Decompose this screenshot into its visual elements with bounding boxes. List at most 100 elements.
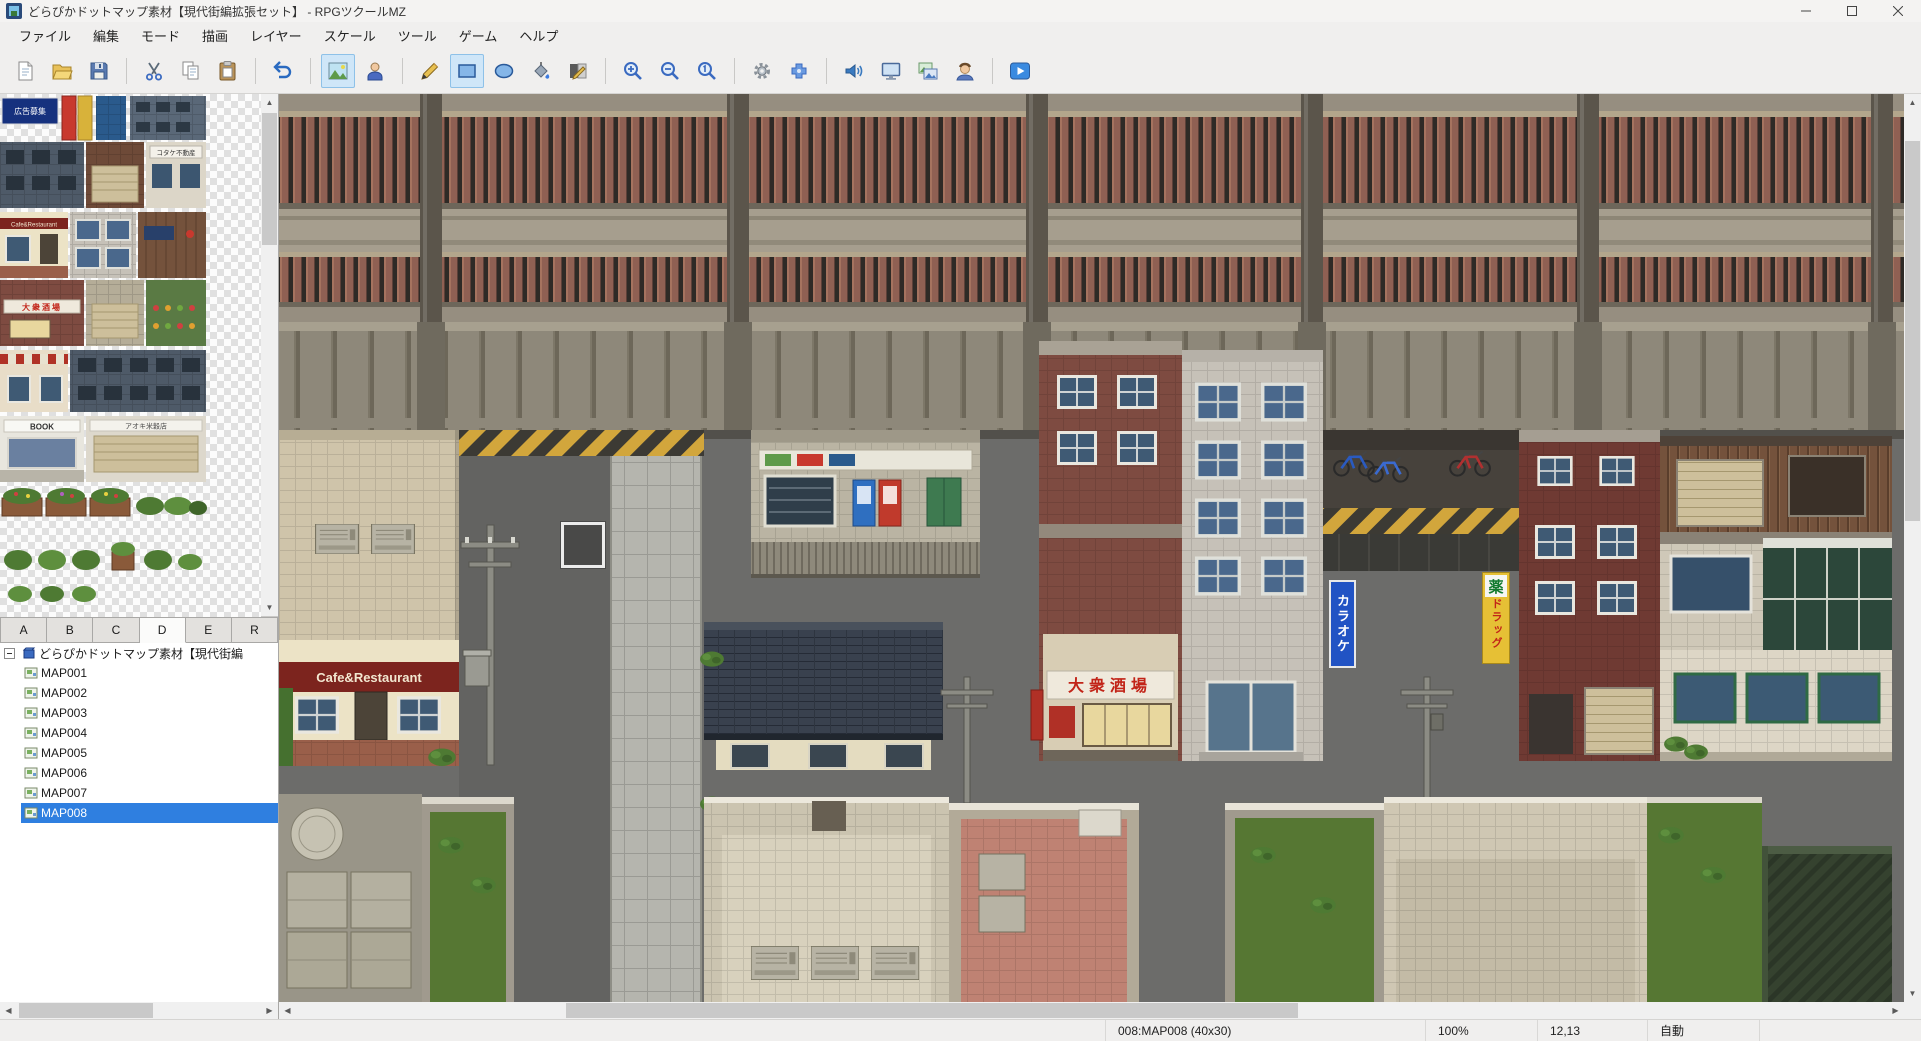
compound-green-right[interactable] <box>1647 797 1762 1002</box>
palette-row-buildings-3[interactable]: 大衆酒場 <box>0 280 206 346</box>
scroll-left-arrow-icon[interactable]: ◀ <box>0 1002 17 1019</box>
tree-item-map006[interactable]: MAP006 <box>0 763 278 783</box>
tree-item-map003[interactable]: MAP003 <box>0 703 278 723</box>
rectangle-tool-button[interactable] <box>450 54 484 88</box>
open-project-button[interactable] <box>45 54 79 88</box>
under-viaduct-bike-area[interactable] <box>1323 430 1519 571</box>
tree-item-map001[interactable]: MAP001 <box>0 663 278 683</box>
map-mode-button[interactable] <box>321 54 355 88</box>
tree-item-map005[interactable]: MAP005 <box>0 743 278 763</box>
palette-row-shops[interactable]: BOOK アオキ米穀店 <box>0 416 206 482</box>
resource-manager-button[interactable] <box>911 54 945 88</box>
building-dark-green[interactable] <box>1762 846 1892 1002</box>
save-project-button[interactable] <box>82 54 116 88</box>
paste-button[interactable] <box>211 54 245 88</box>
compound-utility[interactable] <box>279 794 422 1002</box>
compound-green-center[interactable] <box>1225 803 1384 1002</box>
event-mode-button[interactable] <box>358 54 392 88</box>
palette-scroll-thumb[interactable] <box>262 113 277 245</box>
tree-root[interactable]: どらぴかドットマップ素材【現代街編 <box>0 643 278 663</box>
map-vertical-scrollbar[interactable]: ▲ ▼ <box>1904 94 1921 1019</box>
tab-a[interactable]: A <box>0 617 47 643</box>
building-tiled-roof[interactable] <box>704 622 943 770</box>
tileset-palette-canvas[interactable]: 広告募集 <box>0 94 261 617</box>
menu-item-file[interactable]: ファイル <box>8 22 82 49</box>
scroll-up-arrow-icon[interactable]: ▲ <box>1904 94 1921 111</box>
building-cafe-block[interactable]: Cafe&Restaurant <box>279 430 459 766</box>
pencil-tool-button[interactable] <box>413 54 447 88</box>
palette-row-buildings-1[interactable]: コタケ不動産 <box>0 142 206 208</box>
scroll-left-arrow-icon[interactable]: ◀ <box>279 1002 296 1019</box>
map-vscroll-track[interactable] <box>1904 111 1921 985</box>
compound-pink[interactable] <box>949 803 1139 1002</box>
menu-item-game[interactable]: ゲーム <box>448 22 509 49</box>
tree-item-map007[interactable]: MAP007 <box>0 783 278 803</box>
palette-row-buildings-2[interactable]: Cafe&Restaurant <box>0 212 206 278</box>
play-test-button[interactable] <box>1003 54 1037 88</box>
menu-item-draw[interactable]: 描画 <box>191 22 239 49</box>
scroll-down-arrow-icon[interactable]: ▼ <box>261 599 278 616</box>
map-canvas[interactable]: Cafe&Restaurant <box>279 94 1904 1002</box>
titlebar-drag-area[interactable] <box>406 0 1783 22</box>
collapse-expander-icon[interactable] <box>4 648 15 659</box>
title-bar[interactable]: どらぴかドットマップ素材【現代街編拡張セット】 - RPGツクールMZ <box>0 0 1921 22</box>
maximize-button[interactable] <box>1829 0 1875 22</box>
scroll-right-arrow-icon[interactable]: ▶ <box>261 1002 278 1019</box>
tree-item-map002[interactable]: MAP002 <box>0 683 278 703</box>
tab-c[interactable]: C <box>93 617 139 643</box>
building-maroon2[interactable] <box>1519 430 1660 761</box>
cut-button[interactable] <box>137 54 171 88</box>
tile-cursor[interactable] <box>561 522 605 568</box>
tree-item-map004[interactable]: MAP004 <box>0 723 278 743</box>
tab-e[interactable]: E <box>186 617 232 643</box>
building-office[interactable] <box>1182 350 1323 761</box>
palette-vertical-scrollbar[interactable]: ▲ ▼ <box>261 94 278 616</box>
drugstore-sign[interactable]: 薬 ドラッグ <box>1482 572 1510 664</box>
tab-r[interactable]: R <box>232 617 278 643</box>
scroll-up-arrow-icon[interactable]: ▲ <box>261 94 278 111</box>
menu-item-scale[interactable]: スケール <box>313 22 387 49</box>
minimize-button[interactable] <box>1783 0 1829 22</box>
karaoke-sign[interactable]: カラオケ <box>1329 580 1356 668</box>
tab-b[interactable]: B <box>47 617 93 643</box>
menu-item-tools[interactable]: ツール <box>387 22 448 49</box>
plugin-manager-button[interactable] <box>782 54 816 88</box>
zoom-out-button[interactable] <box>653 54 687 88</box>
hazard-stripe-left[interactable] <box>459 430 704 456</box>
building-storefront[interactable] <box>751 430 980 578</box>
menu-item-layer[interactable]: レイヤー <box>239 22 313 49</box>
map-hscroll-track[interactable] <box>296 1002 1887 1019</box>
trash-bin[interactable] <box>463 650 491 686</box>
database-button[interactable] <box>745 54 779 88</box>
tree-item-map008[interactable]: MAP008 <box>0 803 278 823</box>
shadow-pen-tool-button[interactable] <box>561 54 595 88</box>
actual-scale-button[interactable] <box>690 54 724 88</box>
map-vscroll-thumb[interactable] <box>1905 141 1920 521</box>
tab-d[interactable]: D <box>140 617 186 643</box>
event-searcher-button[interactable] <box>874 54 908 88</box>
undo-button[interactable] <box>266 54 300 88</box>
map-hscroll-thumb[interactable] <box>566 1003 1298 1018</box>
sidewalk[interactable] <box>610 456 702 1002</box>
menu-item-help[interactable]: ヘルプ <box>508 22 569 49</box>
scroll-right-arrow-icon[interactable]: ▶ <box>1887 1002 1904 1019</box>
palette-row-buildings-4[interactable] <box>0 350 206 412</box>
building-izakaya[interactable]: 大衆酒場 <box>1031 341 1182 761</box>
compound-green-left[interactable] <box>422 797 514 1002</box>
close-button[interactable] <box>1875 0 1921 22</box>
scroll-down-arrow-icon[interactable]: ▼ <box>1904 985 1921 1002</box>
new-project-button[interactable] <box>8 54 42 88</box>
zoom-in-button[interactable] <box>616 54 650 88</box>
building-right-complex[interactable] <box>1660 436 1892 761</box>
tileset-palette[interactable]: 広告募集 <box>0 94 261 617</box>
flood-fill-tool-button[interactable] <box>524 54 558 88</box>
palette-scroll-track[interactable] <box>261 111 278 599</box>
copy-button[interactable] <box>174 54 208 88</box>
sound-test-button[interactable] <box>837 54 871 88</box>
menu-item-mode[interactable]: モード <box>130 22 191 49</box>
compound-center[interactable] <box>704 797 949 1002</box>
tree-horizontal-scrollbar[interactable]: ◀ ▶ <box>0 1002 278 1019</box>
tree-scroll-track[interactable] <box>17 1002 261 1019</box>
railway-viaduct[interactable] <box>279 94 1904 322</box>
menu-item-edit[interactable]: 編集 <box>82 22 130 49</box>
